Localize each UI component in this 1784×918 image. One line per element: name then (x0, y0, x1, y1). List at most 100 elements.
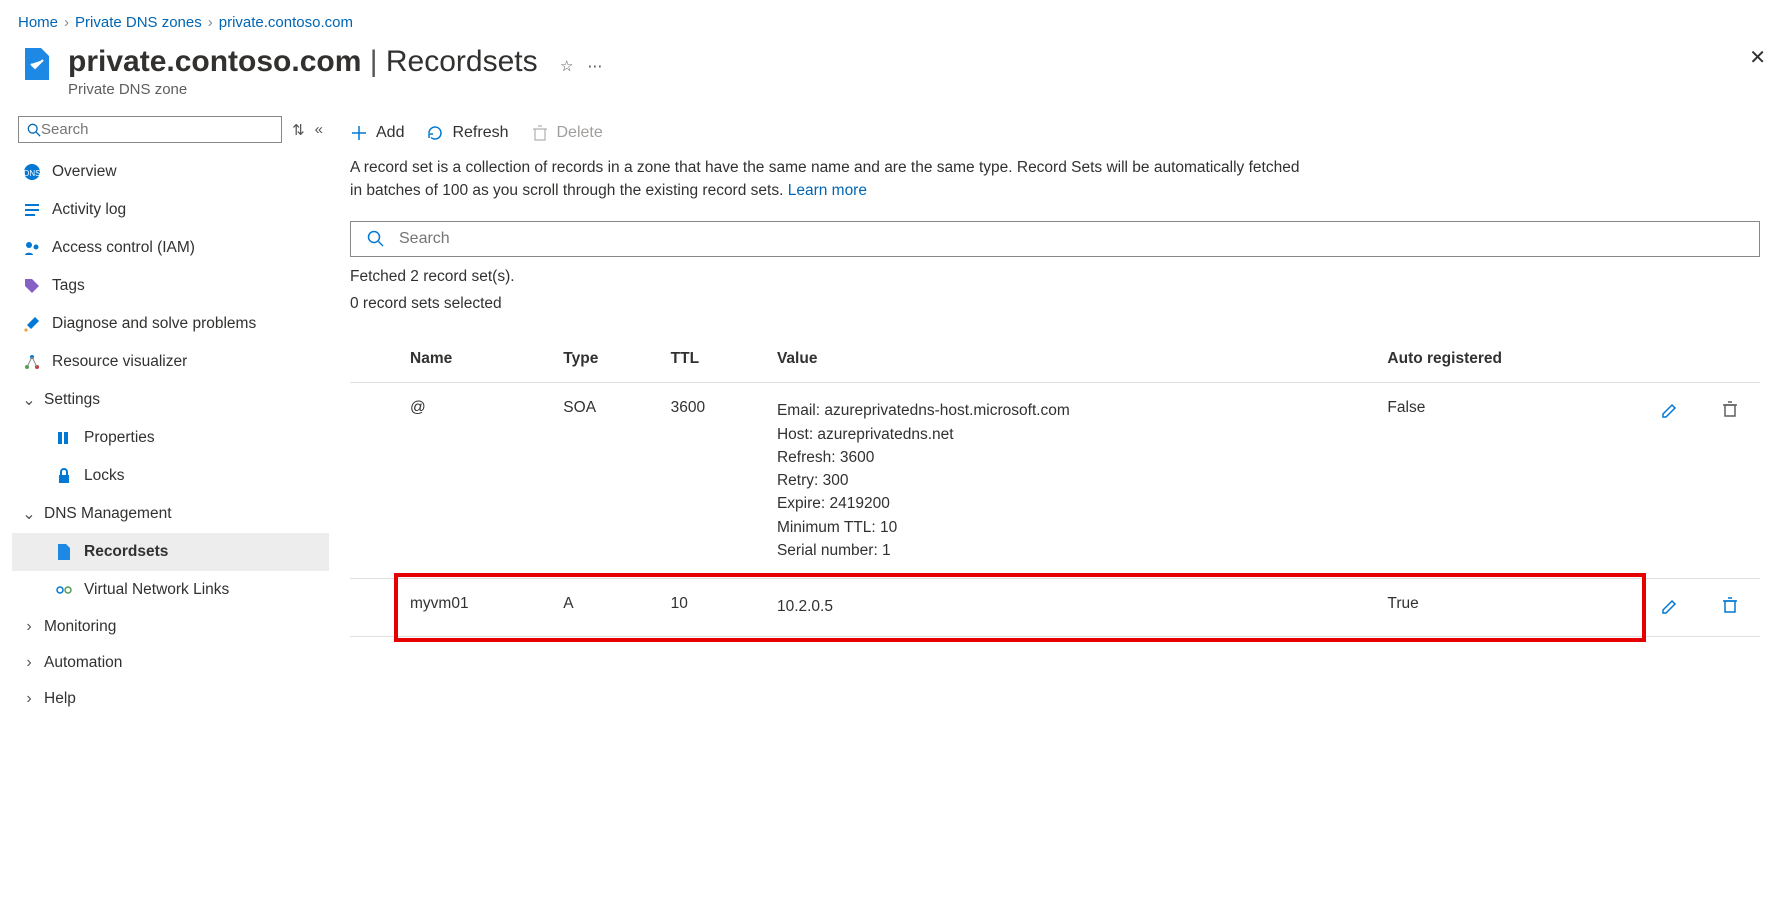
row-checkbox[interactable] (350, 579, 400, 637)
sidebar-item-label: Locks (84, 467, 125, 485)
breadcrumb-sep: › (64, 14, 69, 31)
sidebar-item-label: Recordsets (84, 543, 168, 561)
records-search-input[interactable] (399, 230, 1743, 248)
chevron-right-icon: › (22, 654, 36, 672)
records-search[interactable] (350, 221, 1760, 257)
fetched-count: Fetched 2 record set(s). (350, 263, 1760, 291)
main-content: Add Refresh Delete A record set is a col… (330, 106, 1784, 717)
selected-count: 0 record sets selected (350, 290, 1760, 318)
cell-ttl: 3600 (661, 383, 767, 579)
sidebar-item-label: Access control (IAM) (52, 239, 195, 257)
people-icon (22, 238, 42, 258)
cell-value: 10.2.0.5 (767, 579, 1377, 637)
chevron-down-icon: ⌄ (22, 504, 36, 524)
search-icon (367, 230, 385, 248)
sidebar-item-resviz[interactable]: Resource visualizer (12, 343, 329, 381)
sidebar-item-label: Overview (52, 163, 117, 181)
row-checkbox[interactable] (350, 383, 400, 579)
toolbar-label: Add (376, 124, 404, 142)
collapse-sidebar-icon[interactable]: « (315, 121, 323, 139)
sidebar-item-label: Activity log (52, 201, 126, 219)
pencil-icon (1660, 399, 1680, 419)
refresh-button[interactable]: Refresh (426, 124, 508, 142)
sidebar-group-label: Automation (44, 654, 122, 672)
toolbar-label: Refresh (452, 124, 508, 142)
toolbar: Add Refresh Delete (350, 116, 1760, 156)
table-row[interactable]: myvm01A1010.2.0.5True (350, 579, 1760, 637)
records-table: Name Type TTL Value Auto registered @SOA… (350, 336, 1760, 637)
dns-zone-icon (18, 45, 56, 83)
cell-name: myvm01 (400, 579, 553, 637)
table-row[interactable]: @SOA3600Email: azureprivatedns-host.micr… (350, 383, 1760, 579)
refresh-icon (426, 124, 444, 142)
more-icon[interactable]: ⋯ (587, 57, 602, 75)
sidebar-item-diagnose[interactable]: Diagnose and solve problems (12, 305, 329, 343)
header-value[interactable]: Value (767, 336, 1377, 383)
sidebar-item-overview[interactable]: DNS Overview (12, 153, 329, 191)
header-checkbox[interactable] (350, 336, 400, 383)
globe-icon: DNS (22, 162, 42, 182)
wrench-icon (22, 314, 42, 334)
sidebar-item-label: Properties (84, 429, 155, 447)
trash-icon (1720, 595, 1740, 615)
sidebar-search-input[interactable] (41, 121, 273, 138)
edit-button[interactable] (1640, 383, 1700, 579)
header-type[interactable]: Type (553, 336, 660, 383)
sidebar-search[interactable] (18, 116, 282, 143)
learn-more-link[interactable]: Learn more (788, 182, 867, 199)
add-button[interactable]: Add (350, 124, 404, 142)
delete-row-button[interactable] (1700, 579, 1760, 637)
cell-value: Email: azureprivatedns-host.microsoft.co… (767, 383, 1377, 579)
trash-icon (531, 124, 549, 142)
sidebar-item-iam[interactable]: Access control (IAM) (12, 229, 329, 267)
cell-type: SOA (553, 383, 660, 579)
sidebar-item-label: Diagnose and solve problems (52, 315, 256, 333)
delete-button: Delete (531, 124, 603, 142)
sidebar-item-activity[interactable]: Activity log (12, 191, 329, 229)
recordsets-icon (54, 542, 74, 562)
chevron-down-icon: ⌄ (22, 390, 36, 410)
sidebar-item-label: Virtual Network Links (84, 581, 229, 599)
expand-icon[interactable]: ⇅ (292, 121, 305, 139)
breadcrumb-home[interactable]: Home (18, 14, 58, 31)
sidebar-group-label: Monitoring (44, 618, 116, 636)
page-subtitle: Private DNS zone (68, 81, 602, 98)
trash-icon (1720, 399, 1740, 419)
sidebar-group-label: Settings (44, 391, 100, 409)
plus-icon (350, 124, 368, 142)
toolbar-label: Delete (557, 124, 603, 142)
sidebar-group-label: DNS Management (44, 505, 172, 523)
lock-icon (54, 466, 74, 486)
cell-ttl: 10 (661, 579, 767, 637)
edit-button[interactable] (1640, 579, 1700, 637)
breadcrumb: Home › Private DNS zones › private.conto… (0, 0, 1784, 37)
close-button[interactable]: ✕ (1749, 45, 1766, 70)
sidebar-item-locks[interactable]: Locks (12, 457, 329, 495)
sidebar-group-monitoring[interactable]: › Monitoring (12, 609, 329, 645)
breadcrumb-zones[interactable]: Private DNS zones (75, 14, 202, 31)
header-auto[interactable]: Auto registered (1377, 336, 1640, 383)
activity-log-icon (22, 200, 42, 220)
header-ttl[interactable]: TTL (661, 336, 767, 383)
cell-auto: True (1377, 579, 1640, 637)
breadcrumb-current[interactable]: private.contoso.com (219, 14, 353, 31)
sidebar-item-vnl[interactable]: Virtual Network Links (12, 571, 329, 609)
page-header: private.contoso.com | Recordsets ☆ ⋯ Pri… (0, 37, 1784, 106)
chevron-right-icon: › (22, 618, 36, 636)
favorite-star-icon[interactable]: ☆ (560, 57, 573, 75)
sidebar-group-help[interactable]: › Help (12, 681, 329, 717)
cell-name: @ (400, 383, 553, 579)
sidebar-item-tags[interactable]: Tags (12, 267, 329, 305)
breadcrumb-sep: › (208, 14, 213, 31)
sidebar-group-automation[interactable]: › Automation (12, 645, 329, 681)
sidebar-group-settings[interactable]: ⌄ Settings (12, 381, 329, 419)
delete-row-button[interactable] (1700, 383, 1760, 579)
resource-visualizer-icon (22, 352, 42, 372)
search-icon (27, 123, 41, 137)
sidebar-item-label: Resource visualizer (52, 353, 187, 371)
sidebar-group-dns[interactable]: ⌄ DNS Management (12, 495, 329, 533)
svg-text:DNS: DNS (24, 169, 41, 178)
header-name[interactable]: Name (400, 336, 553, 383)
sidebar-item-properties[interactable]: Properties (12, 419, 329, 457)
sidebar-item-recordsets[interactable]: Recordsets (12, 533, 329, 571)
